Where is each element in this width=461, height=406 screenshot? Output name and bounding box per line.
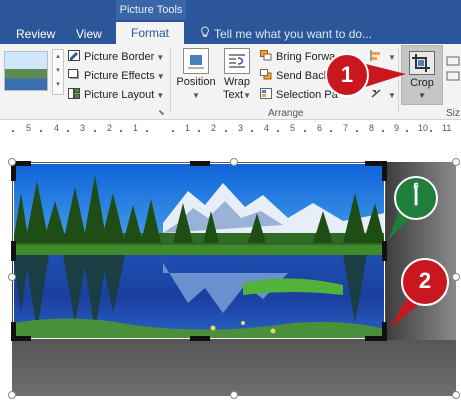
callout-2: 2 [380, 254, 450, 330]
arrange-group-label: Arrange [268, 108, 304, 119]
dropdown-arrow-icon: ▼ [418, 91, 426, 100]
crop-frame [13, 163, 385, 339]
picture-border-icon [68, 50, 80, 61]
group-divider [170, 48, 171, 112]
resize-handle-right[interactable] [452, 273, 460, 281]
picture-style-thumbnail[interactable] [4, 51, 48, 91]
ruler-number: 2 [107, 123, 113, 133]
position-button[interactable]: Position ▼ [176, 48, 216, 102]
ruler-number: 7 [343, 123, 349, 133]
bring-forward-icon [260, 50, 272, 61]
picture-layout-icon [68, 88, 80, 99]
dropdown-arrow-icon: ▼ [243, 91, 252, 100]
callout-2-number: 2 [418, 268, 432, 293]
tab-view[interactable]: View [76, 25, 102, 44]
dropdown-arrow-icon: ▼ [156, 72, 165, 81]
resize-handle-left[interactable] [8, 273, 16, 281]
tab-review[interactable]: Review [16, 25, 55, 44]
picture-layout-label: Picture Layout [84, 89, 155, 101]
crop-handle-bottom-right[interactable] [365, 336, 387, 341]
resize-handle-bottom[interactable] [230, 391, 238, 399]
ruler-number: 1 [133, 123, 139, 133]
crop-handle-bottom-left[interactable] [11, 336, 31, 341]
dropdown-arrow-icon: ▼ [156, 91, 165, 100]
wrap-text-icon [224, 48, 250, 74]
dropdown-arrow-icon: ▼ [156, 53, 165, 62]
ruler-number: 4 [264, 123, 270, 133]
ruler-number: 3 [80, 123, 86, 133]
title-bar: Picture Tools Review View Format Tell me… [0, 0, 461, 44]
size-group-label: Siz [446, 108, 460, 119]
dialog-launcher-icon[interactable]: ⬊ [158, 108, 165, 117]
ruler-number: 10 [418, 123, 429, 133]
selection-pane-icon [260, 88, 272, 99]
picture-effects-button[interactable]: Picture Effects ▼ [68, 69, 165, 84]
styles-gallery-scroll[interactable]: ▴ ▾ ▾ [52, 49, 64, 95]
picture-layout-button[interactable]: Picture Layout ▼ [68, 88, 164, 103]
resize-handle-top[interactable] [230, 158, 238, 166]
crop-handle-left[interactable] [11, 241, 16, 261]
crop-label: Crop [410, 77, 434, 89]
crop-icon [409, 51, 435, 75]
picture-border-button[interactable]: Picture Border ▼ [68, 50, 164, 65]
ruler-number: 4 [54, 123, 60, 133]
ruler-number: 8 [369, 123, 375, 133]
resize-handle-top-right[interactable] [452, 158, 460, 166]
picture-effects-icon [68, 69, 80, 80]
resize-handle-bottom-left[interactable] [8, 391, 16, 399]
callout-1-number: 1 [340, 62, 354, 87]
picture-tools-context-title: Picture Tools [116, 0, 186, 20]
position-icon [183, 48, 209, 74]
send-backward-icon [260, 69, 272, 80]
ruler-number: 3 [238, 123, 244, 133]
ruler-number: 11 [442, 123, 452, 133]
position-label: Position [176, 76, 216, 88]
picture-border-label: Picture Border [84, 51, 155, 63]
resize-handle-top-left[interactable] [8, 158, 16, 166]
callout-alef: أ [380, 174, 440, 244]
crop-handle-top[interactable] [190, 161, 210, 166]
lightbulb-icon [200, 25, 212, 44]
ruler-number: 9 [394, 123, 400, 133]
horizontal-ruler[interactable]: 5 4 3 2 1 1 2 3 4 5 6 7 8 9 10 11 [0, 120, 461, 139]
crop-handle-bottom[interactable] [190, 336, 210, 341]
wrap-text-button[interactable]: Wrap Text▼ [220, 48, 254, 102]
dropdown-arrow-icon: ▼ [192, 91, 200, 100]
tell-me-placeholder: Tell me what you want to do... [214, 27, 373, 41]
size-height-icon[interactable] [446, 54, 460, 84]
tell-me-search[interactable]: Tell me what you want to do... [200, 25, 372, 44]
ruler-number: 5 [290, 123, 296, 133]
ruler-number: 1 [185, 123, 191, 133]
resize-handle-bottom-right[interactable] [452, 391, 460, 399]
callout-alef-label: أ [412, 185, 420, 210]
tab-format[interactable]: Format [116, 22, 184, 44]
callout-1: 1 [318, 48, 408, 108]
ruler-number: 2 [211, 123, 217, 133]
ruler-number: 5 [26, 123, 32, 133]
picture-effects-label: Picture Effects [84, 70, 155, 82]
ruler-number: 6 [317, 123, 323, 133]
